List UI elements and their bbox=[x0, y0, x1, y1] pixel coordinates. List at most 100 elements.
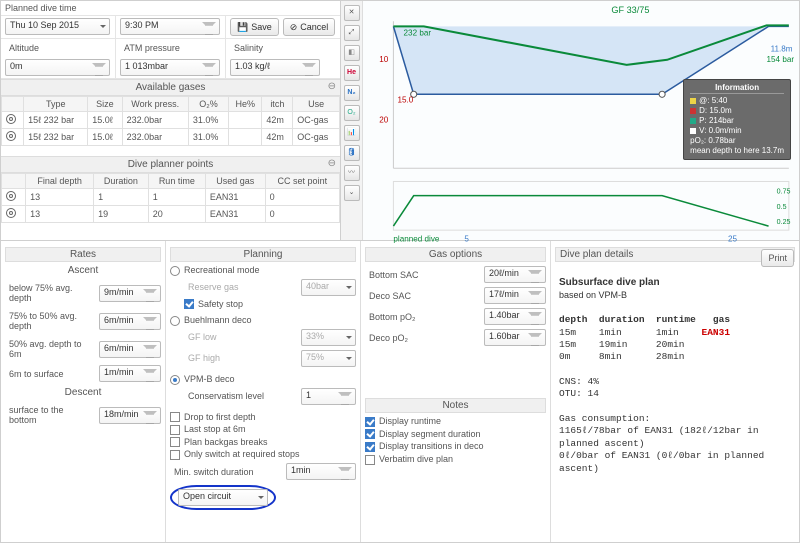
bottom-po2-input[interactable]: 1.40bar bbox=[484, 308, 546, 325]
planned-dive-time-label: Planned dive time bbox=[1, 1, 340, 16]
verbatim-label: Verbatim dive plan bbox=[379, 454, 453, 464]
deco-sac-label: Deco SAC bbox=[365, 289, 480, 303]
atm-input[interactable]: 1 013mbar bbox=[120, 59, 220, 76]
gear-icon[interactable] bbox=[6, 208, 16, 218]
svg-text:25: 25 bbox=[728, 234, 738, 243]
tool-grey-icon[interactable]: ◧ bbox=[344, 45, 360, 61]
last-stop-label: Last stop at 6m bbox=[184, 424, 246, 434]
tool-o2-icon[interactable]: O₂ bbox=[344, 105, 360, 121]
bottom-sac-input[interactable]: 20ℓ/min bbox=[484, 266, 546, 283]
r50to6-label: 50% avg. depth to 6m bbox=[5, 337, 95, 361]
display-transitions-label: Display transitions in deco bbox=[379, 441, 484, 451]
circuit-mode-select[interactable]: Open circuit bbox=[178, 489, 268, 506]
backgas-label: Plan backgas breaks bbox=[184, 437, 268, 447]
svg-text:planned dive: planned dive bbox=[393, 234, 439, 243]
gfhigh-input: 75% bbox=[301, 350, 356, 367]
planning-title: Planning bbox=[170, 247, 356, 262]
date-select[interactable]: Thu 10 Sep 2015 bbox=[5, 18, 110, 35]
table-row[interactable]: 131920 EAN310 bbox=[2, 206, 340, 223]
drop-first-check[interactable] bbox=[170, 412, 180, 422]
gf-annotation: GF 33/75 bbox=[611, 5, 649, 15]
atm-label: ATM pressure bbox=[120, 41, 221, 55]
dive-plan-text: Subsurface dive plan based on VPM-B dept… bbox=[555, 264, 795, 487]
tool-zoom-icon[interactable]: ⤢ bbox=[344, 25, 360, 41]
altitude-label: Altitude bbox=[5, 41, 111, 55]
tool-n2-icon[interactable]: N₂ bbox=[344, 85, 360, 101]
safety-stop-check[interactable] bbox=[184, 299, 194, 309]
rec-mode-radio[interactable] bbox=[170, 266, 180, 276]
cancel-label: Cancel bbox=[300, 22, 328, 32]
svg-text:20: 20 bbox=[379, 116, 389, 125]
vpmb-radio[interactable] bbox=[170, 375, 180, 385]
svg-text:15.0: 15.0 bbox=[397, 95, 413, 104]
salinity-input[interactable]: 1.03 kg/ℓ bbox=[230, 59, 320, 76]
tool-profile-icon[interactable]: 〰 bbox=[344, 165, 360, 181]
table-row[interactable]: 1311 EAN310 bbox=[2, 189, 340, 206]
display-runtime-label: Display runtime bbox=[379, 416, 441, 426]
r50to6-input[interactable]: 6m/min bbox=[99, 341, 161, 358]
buehlmann-radio[interactable] bbox=[170, 316, 180, 326]
time-select[interactable]: 9:30 PM bbox=[120, 18, 220, 35]
descent-subtitle: Descent bbox=[5, 386, 161, 399]
display-transitions-check[interactable] bbox=[365, 442, 375, 452]
dive-profile-chart[interactable]: GF 33/75 232 bar 154 bar 11.8m 15.0 10 2… bbox=[363, 1, 799, 240]
table-row[interactable]: 15ℓ 232 bar15.0ℓ232.0bar 31.0%42mOC-gas bbox=[2, 112, 340, 129]
save-button[interactable]: 💾 Save bbox=[230, 18, 279, 36]
svg-text:0.25: 0.25 bbox=[777, 218, 791, 226]
table-row[interactable]: 15ℓ 232 bar15.0ℓ232.0bar 31.0%42mOC-gas bbox=[2, 129, 340, 146]
dive-plan-details-title: Dive plan details Print bbox=[555, 247, 795, 262]
chart-toolbar: ✕ ⤢ ◧ He N₂ O₂ 📊 🛢 〰 ⌄ bbox=[341, 1, 363, 240]
gear-icon[interactable] bbox=[6, 131, 16, 141]
cancel-button[interactable]: ⊘ Cancel bbox=[283, 18, 336, 36]
r6tosurf-label: 6m to surface bbox=[5, 367, 95, 381]
conservatism-label: Conservatism level bbox=[184, 389, 297, 403]
conservatism-input[interactable]: 1 bbox=[301, 388, 356, 405]
buehlmann-label: Buehlmann deco bbox=[184, 315, 252, 325]
verbatim-check[interactable] bbox=[365, 455, 375, 465]
tool-he-icon[interactable]: He bbox=[344, 65, 360, 81]
only-switch-check[interactable] bbox=[170, 450, 180, 460]
descent-input[interactable]: 18m/min bbox=[99, 407, 161, 424]
tool-chart-icon[interactable]: 📊 bbox=[344, 125, 360, 141]
chevron-down-icon[interactable]: ⌄ bbox=[344, 185, 360, 201]
collapse-icon[interactable]: ⊖ bbox=[328, 158, 336, 169]
deco-po2-input[interactable]: 1.60bar bbox=[484, 329, 546, 346]
r75to50-input[interactable]: 6m/min bbox=[99, 313, 161, 330]
ascent-subtitle: Ascent bbox=[5, 264, 161, 277]
bottom-po2-label: Bottom pO₂ bbox=[365, 310, 480, 324]
gear-icon[interactable] bbox=[6, 114, 16, 124]
r6tosurf-input[interactable]: 1m/min bbox=[99, 365, 161, 382]
altitude-input[interactable]: 0m bbox=[5, 59, 110, 76]
backgas-check[interactable] bbox=[170, 437, 180, 447]
gas-options-title: Gas options bbox=[365, 247, 546, 262]
chart-info-tooltip: Information @: 5:40 D: 15.0m P: 214bar V… bbox=[683, 79, 791, 160]
display-segment-check[interactable] bbox=[365, 429, 375, 439]
min-switch-input[interactable]: 1min bbox=[286, 463, 356, 480]
below75-label: below 75% avg. depth bbox=[5, 281, 95, 305]
rec-mode-label: Recreational mode bbox=[184, 265, 260, 275]
svg-text:10: 10 bbox=[379, 55, 389, 64]
svg-text:154 bar: 154 bar bbox=[767, 55, 795, 64]
gases-table: TypeSizeWork press. O₂%He%itchUse 15ℓ 23… bbox=[1, 96, 340, 146]
svg-text:0.75: 0.75 bbox=[777, 188, 791, 196]
tool-close-icon[interactable]: ✕ bbox=[344, 5, 360, 21]
svg-text:11.8m: 11.8m bbox=[771, 45, 793, 54]
display-runtime-check[interactable] bbox=[365, 417, 375, 427]
collapse-icon[interactable]: ⊖ bbox=[328, 81, 336, 92]
tool-tank-icon[interactable]: 🛢 bbox=[344, 145, 360, 161]
safety-stop-label: Safety stop bbox=[198, 299, 243, 309]
last-stop-check[interactable] bbox=[170, 425, 180, 435]
deco-sac-input[interactable]: 17ℓ/min bbox=[484, 287, 546, 304]
print-button[interactable]: Print bbox=[761, 249, 794, 267]
reserve-input: 40bar bbox=[301, 279, 356, 296]
notes-title: Notes bbox=[365, 398, 546, 413]
gfhigh-label: GF high bbox=[184, 351, 297, 365]
svg-text:5: 5 bbox=[464, 234, 469, 243]
gear-icon[interactable] bbox=[6, 191, 16, 201]
below75-input[interactable]: 9m/min bbox=[99, 285, 161, 302]
salinity-label: Salinity bbox=[230, 41, 336, 55]
save-label: Save bbox=[251, 22, 272, 32]
min-switch-label: Min. switch duration bbox=[170, 465, 282, 479]
gflow-input: 33% bbox=[301, 329, 356, 346]
drop-first-label: Drop to first depth bbox=[184, 412, 256, 422]
